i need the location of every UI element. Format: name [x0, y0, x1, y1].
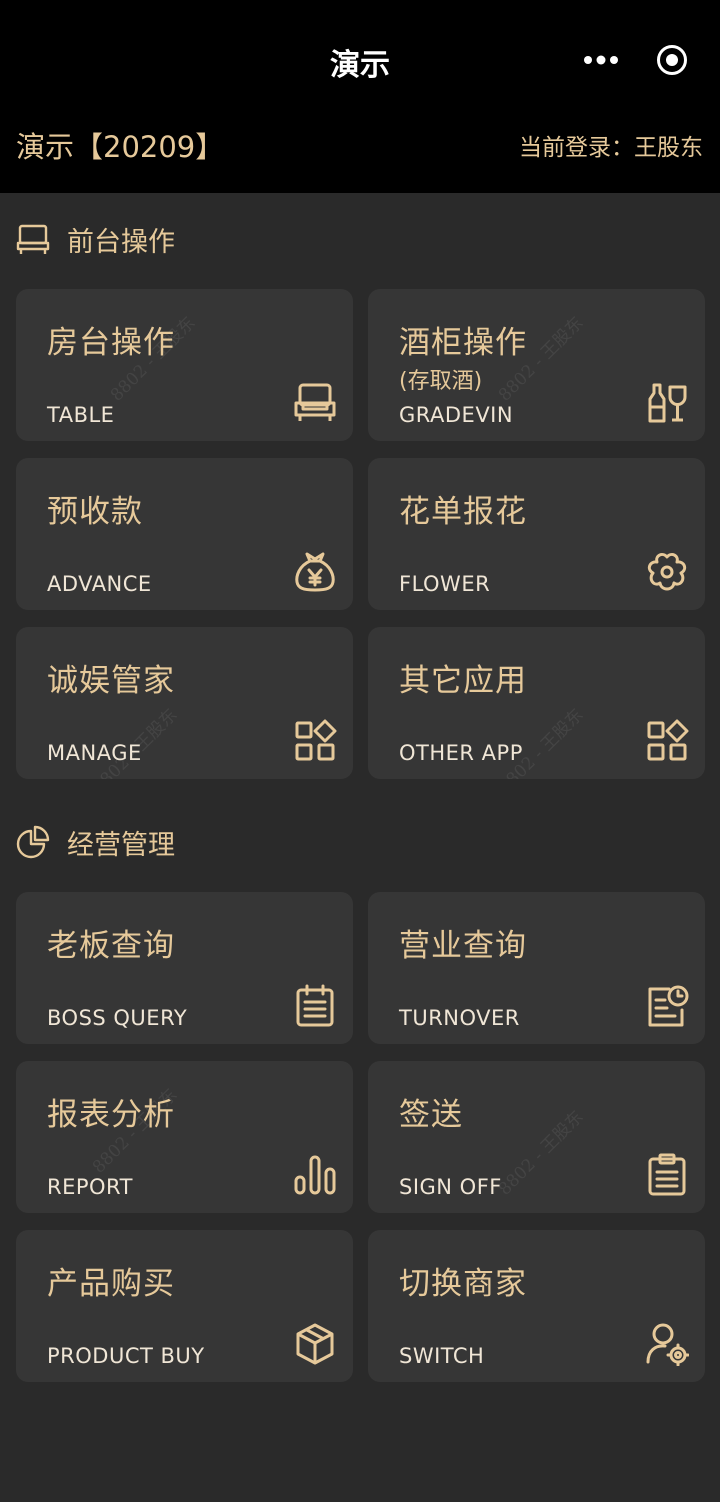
card-sign-off[interactable]: 8802 - 王股东 签送 SIGN OFF — [368, 1061, 705, 1213]
current-login: 当前登录：王股东 — [519, 135, 703, 161]
user-settings-icon — [646, 1323, 689, 1366]
cube-icon — [296, 1323, 334, 1365]
card-subtitle-en: PRODUCT BUY — [47, 1344, 205, 1368]
pie-chart-icon — [16, 825, 50, 859]
card-product-buy[interactable]: 产品购买 PRODUCT BUY — [16, 1230, 353, 1382]
watermark: 8802 - 王股东 — [494, 1107, 588, 1200]
front-desk-icon — [16, 224, 50, 254]
card-gradevin[interactable]: 8802 - 王股东 酒柜操作 (存取酒) GRADEVIN — [368, 289, 705, 441]
card-title: 老板查询 — [47, 928, 175, 964]
card-title: 产品购买 — [47, 1266, 175, 1302]
card-other-app[interactable]: 8802 - 王股东 其它应用 OTHER APP — [368, 627, 705, 779]
shop-name: 演示【20209】 — [16, 130, 225, 164]
card-subtitle-en: GRADEVIN — [399, 403, 514, 427]
card-title: 房台操作 — [47, 325, 175, 361]
card-title: 其它应用 — [399, 663, 527, 699]
section-title: 前台操作 — [67, 226, 175, 258]
apps-grid-icon — [295, 719, 337, 761]
apps-grid-icon — [647, 719, 689, 761]
section-management: 经营管理 — [16, 824, 175, 861]
card-subtitle-en: MANAGE — [47, 741, 142, 765]
card-title: 预收款 — [47, 494, 143, 530]
card-title: 酒柜操作 — [399, 325, 527, 361]
card-title: 签送 — [399, 1097, 463, 1133]
card-boss-query[interactable]: 老板查询 BOSS QUERY — [16, 892, 353, 1044]
card-turnover[interactable]: 营业查询 TURNOVER — [368, 892, 705, 1044]
card-advance[interactable]: 预收款 ADVANCE — [16, 458, 353, 610]
card-subtitle-en: ADVANCE — [47, 572, 152, 596]
wine-bottle-glass-icon — [648, 383, 687, 423]
card-subtitle-cn: (存取酒) — [399, 369, 483, 394]
flower-icon — [647, 553, 687, 591]
card-title: 切换商家 — [399, 1266, 527, 1302]
card-table[interactable]: 8802 - 王股东 房台操作 TABLE — [16, 289, 353, 441]
calendar-list-icon — [296, 984, 334, 1027]
card-title: 诚娱管家 — [47, 663, 175, 699]
card-subtitle-en: FLOWER — [399, 572, 491, 596]
section-front-desk: 前台操作 — [16, 221, 175, 258]
more-icon[interactable] — [583, 52, 619, 68]
card-subtitle-en: SIGN OFF — [399, 1175, 502, 1199]
close-target-icon[interactable] — [655, 43, 689, 77]
report-clock-icon — [648, 985, 689, 1027]
money-bag-icon — [295, 552, 335, 592]
card-subtitle-en: OTHER APP — [399, 741, 523, 765]
section-title: 经营管理 — [67, 829, 175, 861]
card-subtitle-en: REPORT — [47, 1175, 133, 1199]
card-report[interactable]: 8802 - 王股东 报表分析 REPORT — [16, 1061, 353, 1213]
card-subtitle-en: BOSS QUERY — [47, 1006, 188, 1030]
card-title: 花单报花 — [399, 494, 527, 530]
card-subtitle-en: TURNOVER — [399, 1006, 520, 1030]
card-subtitle-en: TABLE — [47, 403, 115, 427]
card-title: 报表分析 — [47, 1097, 175, 1133]
card-flower[interactable]: 花单报花 FLOWER — [368, 458, 705, 610]
bar-chart-icon — [294, 1155, 336, 1195]
card-switch[interactable]: 切换商家 SWITCH — [368, 1230, 705, 1382]
card-manage[interactable]: 8802 - 王股东 诚娱管家 MANAGE — [16, 627, 353, 779]
clipboard-icon — [648, 1153, 686, 1196]
card-title: 营业查询 — [399, 928, 527, 964]
sofa-icon — [294, 383, 336, 421]
card-subtitle-en: SWITCH — [399, 1344, 485, 1368]
